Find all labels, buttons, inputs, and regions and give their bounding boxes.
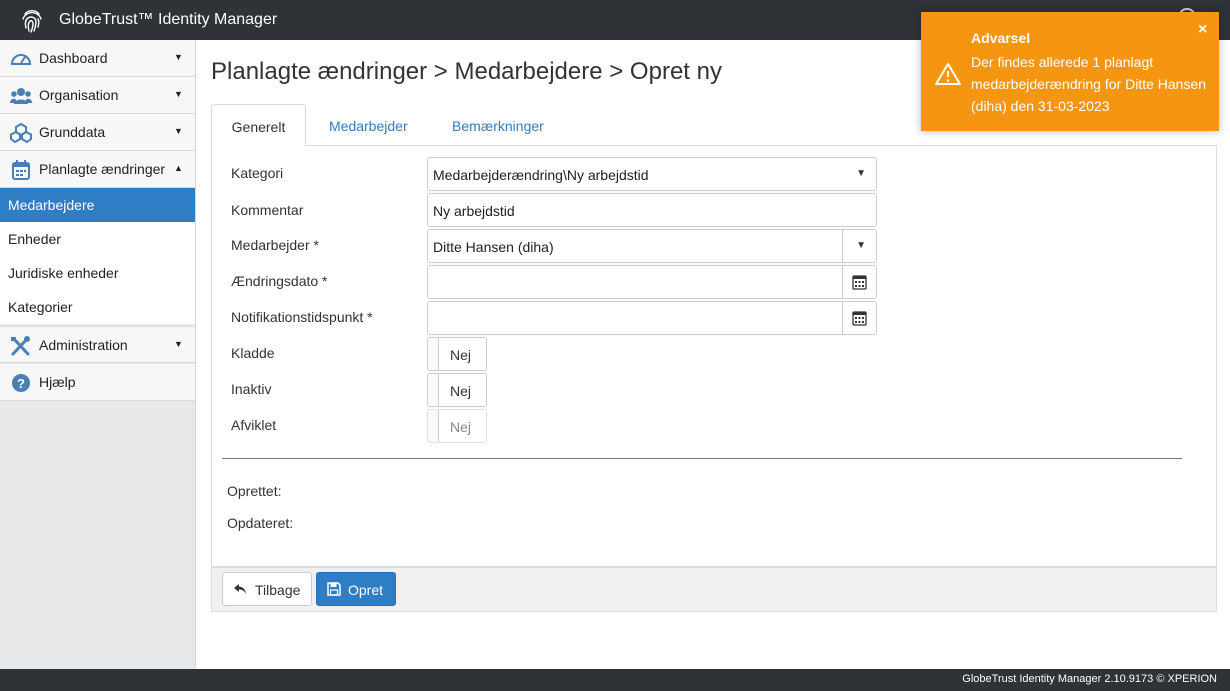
sidebar-item-label: Kategorier [8,299,73,315]
calendar-icon [12,160,30,180]
sidebar-item-organisation[interactable]: Organisation ▼ [0,77,195,114]
warning-icon [935,63,961,85]
sidebar-item-label: Medarbejdere [8,197,95,213]
sidebar-item-label: Planlagte ændringer [39,161,166,177]
sidebar-item-planlagte-aendringer[interactable]: Planlagte ændringer ▲ [0,151,195,188]
save-icon [327,582,341,596]
notifikation-label: Notifikationstidspunkt * [231,309,373,325]
medarbejder-label: Medarbejder * [231,237,319,253]
sidebar: Dashboard ▼ Organisation ▼ Grunddata ▼ P… [0,40,196,669]
tab-medarbejder[interactable]: Medarbejder [329,104,409,146]
sidebar-item-enheder[interactable]: Enheder [0,222,195,256]
chevron-down-icon[interactable]: ▼ [856,240,866,251]
kategori-value: Medarbejderændring\Ny arbejdstid [433,167,649,183]
toggle-knob [428,410,439,442]
medarbejder-value: Ditte Hansen (diha) [433,239,554,255]
sidebar-item-administration[interactable]: Administration ▼ [0,326,195,363]
sidebar-item-label: Grunddata [39,124,106,140]
kommentar-value: Ny arbejdstid [433,203,515,219]
kategori-select[interactable]: Medarbejderændring\Ny arbejdstid ▼ [427,157,877,191]
oprettet-label: Oprettet: [227,483,282,499]
tab-bemaerkninger[interactable]: Bemærkninger [452,104,552,146]
back-arrow-icon [234,584,246,594]
afviklet-value: Nej [450,419,472,435]
app-title: GlobeTrust™ Identity Manager [59,11,278,28]
sidebar-item-label: Dashboard [39,50,108,66]
sidebar-item-label: Administration [39,337,128,353]
chevron-down-icon: ▼ [174,52,183,62]
divider [842,266,843,298]
notifikation-input[interactable] [427,301,877,335]
create-button[interactable]: Opret [316,572,396,606]
sidebar-item-grunddata[interactable]: Grunddata ▼ [0,114,195,151]
sidebar-item-juridiske-enheder[interactable]: Juridiske enheder [0,256,195,290]
divider [842,302,843,334]
kommentar-label: Kommentar [231,202,304,218]
afviklet-label: Afviklet [231,417,277,433]
inaktiv-toggle[interactable]: Nej [427,373,487,407]
sidebar-item-label: Enheder [8,231,61,247]
divider [842,230,843,262]
kladde-label: Kladde [231,345,275,361]
page-title: Planlagte ændringer > Medarbejdere > Opr… [211,58,722,85]
opdateret-label: Opdateret: [227,515,294,531]
toggle-knob [428,338,439,370]
sidebar-item-hjaelp[interactable]: ? Hjælp [0,364,195,401]
close-icon[interactable]: × [1198,21,1207,39]
kladde-toggle[interactable]: Nej [427,337,487,371]
sidebar-item-label: Organisation [39,87,119,103]
cubes-icon [10,123,32,143]
chevron-down-icon: ▼ [174,126,183,136]
warning-toast: Advarsel Der findes allerede 1 planlagt … [921,12,1219,131]
sidebar-item-dashboard[interactable]: Dashboard ▼ [0,40,195,77]
kommentar-input[interactable]: Ny arbejdstid [427,193,877,227]
create-button-label: Opret [348,582,384,598]
inaktiv-value: Nej [450,383,472,399]
aendringsdato-input[interactable] [427,265,877,299]
chevron-down-icon: ▼ [856,168,866,179]
section-divider [222,458,1182,459]
toast-title: Advarsel [971,30,1031,46]
calendar-icon[interactable] [852,274,867,290]
tab-generelt[interactable]: Generelt [211,104,306,146]
chevron-up-icon: ▲ [174,163,183,173]
copyright-text: GlobeTrust Identity Manager 2.10.9173 © … [962,673,1217,685]
sidebar-item-kategorier[interactable]: Kategorier [0,290,195,324]
svg-text:?: ? [17,376,25,391]
calendar-icon[interactable] [852,310,867,326]
status-bar: GlobeTrust Identity Manager 2.10.9173 © … [0,669,1230,691]
sidebar-item-label: Hjælp [39,374,76,390]
users-icon [10,88,32,104]
fingerprint-logo-icon [22,10,42,33]
afviklet-toggle: Nej [427,409,487,443]
medarbejder-select[interactable]: Ditte Hansen (diha) ▼ [427,229,877,263]
dashboard-gauge-icon [10,54,32,65]
tools-icon [11,336,30,356]
toggle-knob [428,374,439,406]
kategori-label: Kategori [231,165,284,181]
chevron-down-icon: ▼ [174,89,183,99]
sidebar-item-medarbejdere[interactable]: Medarbejdere [0,188,195,222]
sidebar-item-label: Juridiske enheder [8,265,119,281]
help-icon: ? [12,374,30,392]
back-button-label: Tilbage [255,582,301,598]
inaktiv-label: Inaktiv [231,381,272,397]
back-button[interactable]: Tilbage [222,572,312,606]
chevron-down-icon: ▼ [174,339,183,349]
kladde-value: Nej [450,347,472,363]
aendringsdato-label: Ændringsdato * [231,273,328,289]
toast-message: Der findes allerede 1 planlagt medarbejd… [971,54,1207,114]
